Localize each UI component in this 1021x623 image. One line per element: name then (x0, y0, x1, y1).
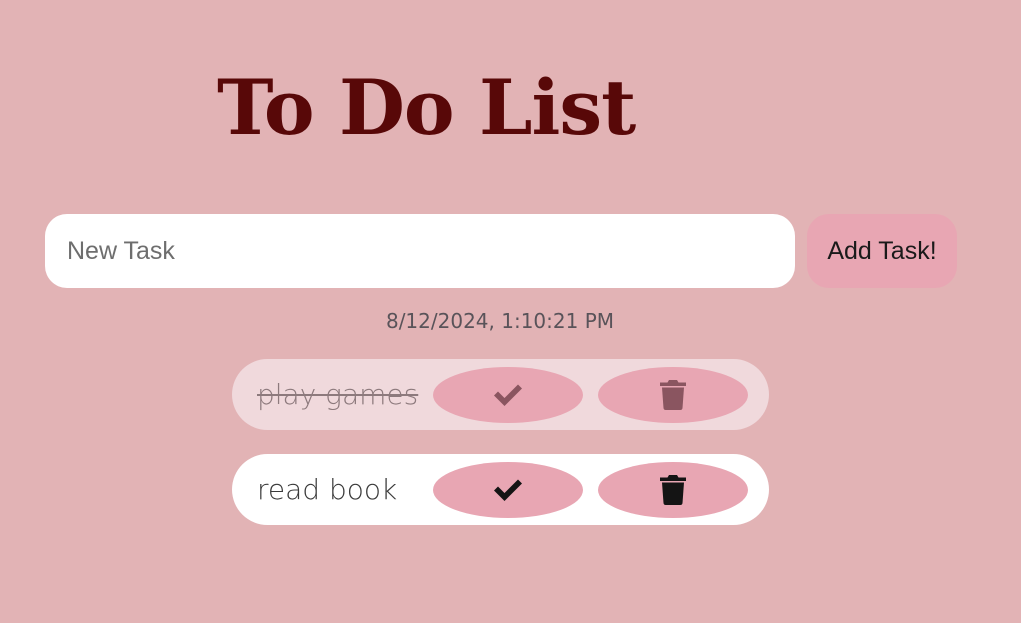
page-title: To Do List (217, 63, 636, 152)
trash-icon (660, 380, 686, 410)
complete-task-button[interactable] (433, 367, 583, 423)
delete-task-button[interactable] (598, 367, 748, 423)
new-task-input[interactable] (45, 214, 795, 288)
add-task-button[interactable]: Add Task! (807, 214, 957, 288)
task-label[interactable]: read book (257, 454, 397, 525)
task-item: read book (232, 454, 769, 525)
task-label[interactable]: play games (257, 359, 418, 430)
trash-icon (660, 475, 686, 505)
check-icon (494, 479, 522, 501)
task-item: play games (232, 359, 769, 430)
timestamp: 8/12/2024, 1:10:21 PM (385, 309, 615, 333)
complete-task-button[interactable] (433, 462, 583, 518)
check-icon (494, 384, 522, 406)
delete-task-button[interactable] (598, 462, 748, 518)
